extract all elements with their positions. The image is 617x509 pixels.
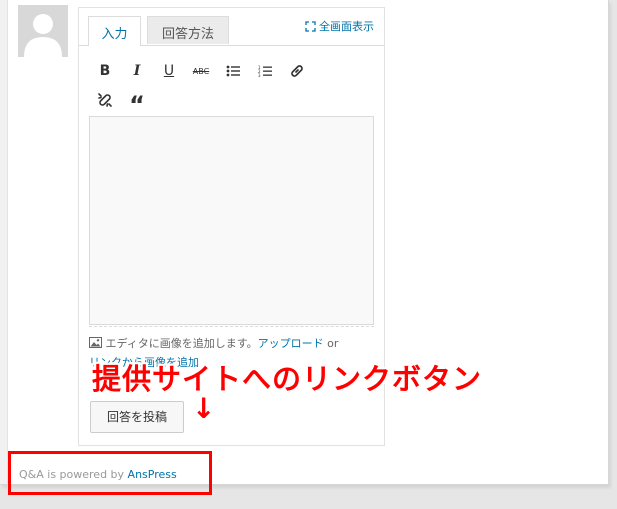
upload-link[interactable]: アップロード: [258, 337, 324, 350]
answer-textarea[interactable]: [89, 116, 374, 325]
page-panel: 入力 回答方法 全画面表示 B I U ABC 123 “ エディタに画像を追加…: [0, 0, 609, 485]
tab-answer-method[interactable]: 回答方法: [147, 16, 229, 44]
avatar: [18, 5, 68, 57]
annotation-arrow: ↓: [192, 392, 216, 425]
fullscreen-label: 全画面表示: [319, 20, 374, 33]
unlink-icon[interactable]: [93, 89, 117, 111]
underline-icon[interactable]: U: [157, 60, 181, 82]
italic-icon[interactable]: I: [125, 60, 149, 82]
bullet-list-icon[interactable]: [221, 60, 245, 82]
user-silhouette-icon: [18, 5, 68, 57]
tab-input[interactable]: 入力: [88, 16, 141, 46]
fullscreen-button[interactable]: 全画面表示: [305, 18, 374, 34]
or-text: or: [327, 337, 339, 350]
annotation-label: 提供サイトへのリンクボタン: [92, 362, 483, 396]
blockquote-icon[interactable]: “: [125, 89, 149, 119]
hint-text: エディタに画像を追加します。: [105, 337, 258, 350]
image-icon: [89, 337, 102, 348]
strikethrough-icon[interactable]: ABC: [189, 60, 213, 82]
fullscreen-icon: [305, 20, 316, 32]
bold-icon[interactable]: B: [93, 60, 117, 82]
left-edge: [0, 0, 8, 484]
annotation-highlight-box: [8, 451, 212, 495]
link-icon[interactable]: [285, 60, 309, 82]
svg-text:3: 3: [258, 73, 261, 78]
numbered-list-icon[interactable]: 123: [253, 60, 277, 82]
submit-answer-button[interactable]: 回答を投稿: [90, 401, 184, 433]
